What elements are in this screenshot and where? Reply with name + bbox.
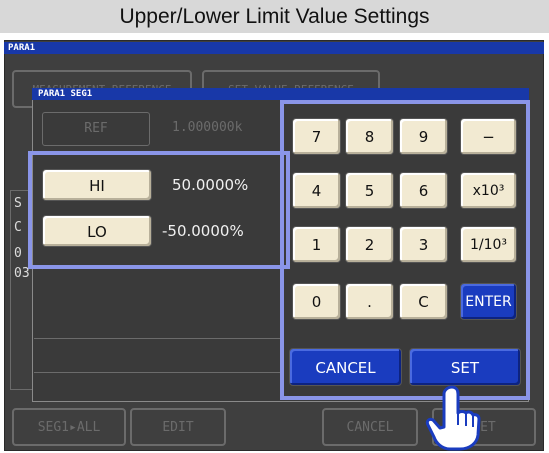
key-clear[interactable]: C bbox=[399, 283, 448, 320]
lo-limit-value: -50.0000% bbox=[162, 222, 244, 240]
dialog-divider bbox=[34, 338, 282, 339]
key-8[interactable]: 8 bbox=[345, 118, 394, 155]
bottom-cancel-button[interactable]: CANCEL bbox=[322, 408, 418, 446]
key-1[interactable]: 1 bbox=[292, 226, 341, 263]
cancel-button[interactable]: CANCEL bbox=[289, 348, 402, 386]
key-4[interactable]: 4 bbox=[292, 172, 341, 209]
key-5[interactable]: 5 bbox=[345, 172, 394, 209]
key-times-1000[interactable]: x10³ bbox=[460, 172, 517, 209]
key-6[interactable]: 6 bbox=[399, 172, 448, 209]
dialog-title: PARA1 SEG1 bbox=[32, 88, 529, 100]
key-7[interactable]: 7 bbox=[292, 118, 341, 155]
dialog-divider bbox=[34, 372, 282, 373]
key-9[interactable]: 9 bbox=[399, 118, 448, 155]
pointing-hand-icon bbox=[425, 385, 481, 451]
background-fragment: S bbox=[14, 196, 22, 211]
key-divide-1000[interactable]: 1/10³ bbox=[460, 226, 517, 263]
hi-limit-value: 50.0000% bbox=[172, 176, 249, 194]
seg1-to-all-button[interactable]: SEG1▸ALL bbox=[12, 408, 126, 446]
screen-header-label: PARA1 bbox=[4, 42, 544, 54]
ref-value: 1.000000k bbox=[172, 120, 243, 135]
background-fragment: 0 bbox=[14, 246, 22, 261]
hi-limit-button[interactable]: HI bbox=[42, 169, 152, 201]
lo-limit-button[interactable]: LO bbox=[42, 215, 152, 247]
key-decimal[interactable]: . bbox=[345, 283, 394, 320]
ref-button[interactable]: REF bbox=[42, 112, 150, 146]
key-0[interactable]: 0 bbox=[292, 283, 341, 320]
edit-button[interactable]: EDIT bbox=[130, 408, 226, 446]
key-3[interactable]: 3 bbox=[399, 226, 448, 263]
enter-key[interactable]: ENTER bbox=[460, 283, 517, 320]
background-fragment: C bbox=[14, 220, 22, 235]
page-title: Upper/Lower Limit Value Settings bbox=[0, 0, 549, 33]
set-button[interactable]: SET bbox=[409, 348, 521, 386]
key-minus[interactable]: − bbox=[460, 118, 517, 155]
key-2[interactable]: 2 bbox=[345, 226, 394, 263]
